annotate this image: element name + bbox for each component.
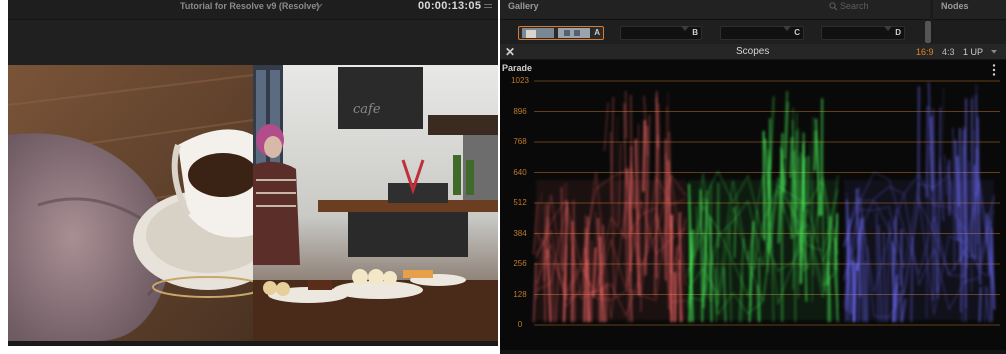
close-icon[interactable]: ✕: [505, 45, 515, 59]
scopes-header: ✕ Scopes 16:9 4:3 1 UP: [500, 44, 1006, 60]
still-label-d: D: [895, 28, 901, 37]
svg-text:cafe: cafe: [353, 102, 381, 117]
timecode-display: 00:00:13:05: [418, 0, 482, 12]
scopes-title: Scopes: [736, 46, 770, 57]
viewer-header: Tutorial for Resolve v9 (Resolve) 00:00:…: [8, 0, 498, 20]
trace-stroke: [970, 95, 973, 292]
trace-stroke: [571, 221, 574, 323]
gallery-scrollbar[interactable]: [925, 21, 931, 43]
trace-stroke: [532, 262, 537, 323]
trace-stroke: [625, 91, 627, 139]
still-slot-b[interactable]: B: [620, 26, 702, 40]
viewer-panel: Tutorial for Resolve v9 (Resolve) 00:00:…: [8, 0, 498, 346]
viewer-letterbox: [8, 20, 498, 65]
gallery-title[interactable]: Gallery: [508, 0, 539, 13]
nodes-title[interactable]: Nodes: [941, 0, 969, 13]
slot-notch: [884, 26, 892, 31]
trace-stroke: [813, 130, 817, 171]
more-vertical-icon[interactable]: [991, 63, 997, 77]
still-label-c: C: [794, 28, 800, 37]
right-panel: Gallery Search Nodes A B C D ✕ Scopes 16…: [500, 0, 1006, 354]
scope-type-label: Parade: [502, 63, 533, 73]
chevron-down-icon[interactable]: [990, 49, 998, 55]
gallery-header: Gallery Search: [500, 0, 930, 20]
trace-stroke: [789, 137, 793, 179]
gallery-search-input[interactable]: Search: [840, 0, 869, 13]
scale-label: 0: [517, 320, 523, 329]
slot-notch: [681, 26, 689, 31]
scale-label: 512: [513, 198, 527, 207]
clip-title[interactable]: Tutorial for Resolve v9 (Resolve): [180, 0, 319, 12]
parade-scope[interactable]: Parade 1023 896 768 640 512 384 256 128 0: [500, 60, 1006, 350]
viewer-footer: [8, 341, 498, 346]
still-slot-a[interactable]: A: [518, 26, 604, 40]
still-thumbnails: [522, 28, 590, 38]
trace-stroke: [604, 102, 609, 152]
still-slot-d[interactable]: D: [821, 26, 905, 40]
viewer-image[interactable]: cafe: [8, 65, 498, 341]
nodes-panel: [933, 20, 1006, 44]
trace-stroke: [865, 261, 868, 323]
aspect-option-4-3[interactable]: 4:3: [942, 46, 955, 58]
scope-layout-select[interactable]: 1 UP: [963, 46, 983, 58]
more-options-icon[interactable]: [483, 2, 493, 10]
scope-footer: [500, 350, 1006, 354]
parade-traces: [532, 82, 996, 323]
aspect-option-16-9[interactable]: 16:9: [916, 46, 934, 58]
trace-stroke: [670, 214, 673, 323]
scale-label: 128: [513, 289, 527, 299]
scale-label: 896: [513, 106, 527, 116]
slot-notch: [783, 26, 791, 31]
trace-stroke: [770, 96, 775, 170]
still-label-a: A: [594, 28, 600, 37]
chevron-down-icon[interactable]: [315, 2, 323, 10]
search-icon[interactable]: [829, 2, 838, 11]
still-slot-c[interactable]: C: [720, 26, 804, 40]
scale-label: 768: [513, 137, 527, 146]
scale-label: 256: [513, 259, 527, 268]
resolve-color-page: Tutorial for Resolve v9 (Resolve) 00:00:…: [0, 0, 1006, 354]
nodes-header: Nodes: [933, 0, 1006, 20]
scale-label: 640: [513, 167, 527, 177]
scale-label: 1023: [511, 76, 529, 85]
still-label-b: B: [692, 28, 698, 37]
scale-label: 384: [513, 228, 527, 238]
parade-waveform: [532, 80, 1000, 326]
